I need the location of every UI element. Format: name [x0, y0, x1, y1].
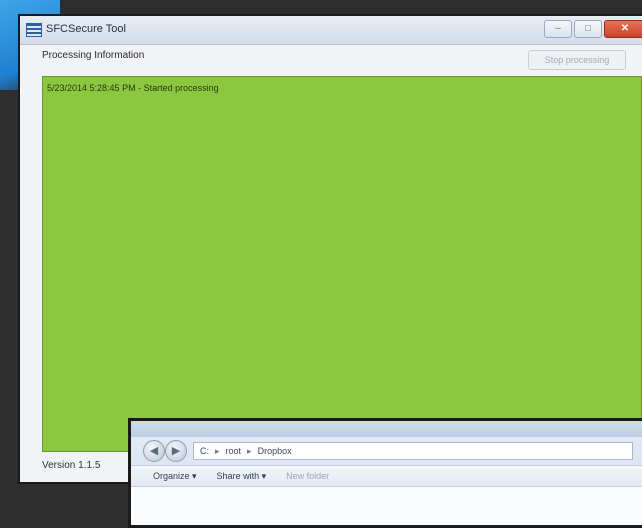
log-line: 5/23/2014 5:28:45 PM - Started processin…	[47, 83, 219, 93]
window-controls: – □ ✕	[544, 20, 642, 38]
organize-menu[interactable]: Organize ▾	[153, 471, 197, 482]
breadcrumb-dropbox[interactable]: Dropbox	[258, 446, 292, 456]
forward-arrow-icon[interactable]: ▶	[165, 440, 187, 462]
chevron-right-icon: ▸	[247, 445, 252, 456]
breadcrumb-drive[interactable]: C:	[200, 446, 209, 456]
command-bar: Organize ▾ Share with ▾ New folder	[131, 465, 642, 487]
app-list-icon	[26, 23, 42, 37]
new-folder-button[interactable]: New folder	[286, 471, 329, 481]
stop-processing-button[interactable]: Stop processing	[528, 50, 626, 70]
version-label: Version 1.1.5	[42, 460, 101, 471]
back-arrow-icon[interactable]: ◀	[143, 440, 165, 462]
breadcrumb-root[interactable]: root	[226, 446, 242, 456]
explorer-content[interactable]	[131, 487, 642, 525]
window-title: SFCSecure Tool	[46, 23, 126, 35]
app-window: SFCSecure Tool – □ ✕ Processing Informat…	[18, 14, 642, 484]
address-bar[interactable]: C: ▸ root ▸ Dropbox	[193, 442, 633, 460]
processing-label: Processing Information	[42, 50, 145, 61]
explorer-title-bar[interactable]	[131, 421, 642, 437]
processing-log[interactable]: 5/23/2014 5:28:45 PM - Started processin…	[42, 76, 642, 452]
maximize-button[interactable]: □	[574, 20, 602, 38]
minimize-button[interactable]: –	[544, 20, 572, 38]
chevron-right-icon: ▸	[215, 445, 220, 456]
share-with-menu[interactable]: Share with ▾	[217, 471, 267, 482]
explorer-window: ◀ ▶ C: ▸ root ▸ Dropbox Organize ▾ Share…	[128, 418, 642, 528]
close-button[interactable]: ✕	[604, 20, 642, 38]
title-bar[interactable]: SFCSecure Tool – □ ✕	[20, 16, 642, 45]
